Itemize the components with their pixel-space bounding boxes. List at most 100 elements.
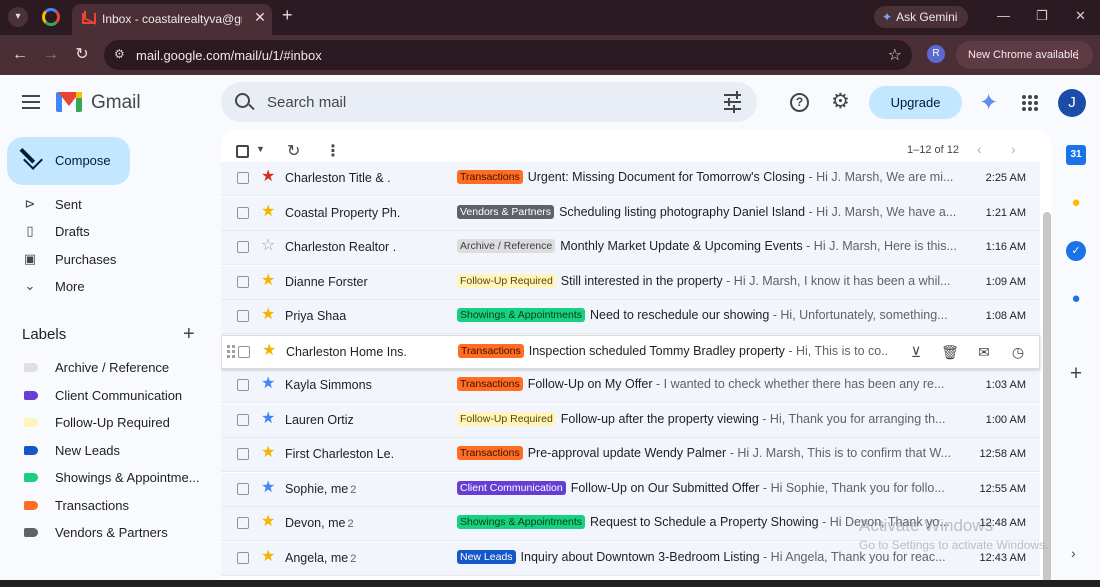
archive-icon[interactable]: ⊻ xyxy=(907,343,925,361)
account-avatar[interactable]: J xyxy=(1058,89,1086,117)
gmail-wordmark[interactable]: Gmail xyxy=(91,92,141,114)
email-row[interactable]: ★ Charleston Title & . Transactions Urgent:… xyxy=(221,162,1040,196)
sidebar-item-more[interactable]: ⌄ More xyxy=(12,274,218,300)
email-checkbox[interactable] xyxy=(237,379,249,391)
email-row[interactable]: ★ First Charleston Le. Transactions Pre-app… xyxy=(221,438,1040,472)
email-checkbox[interactable] xyxy=(237,275,249,288)
address-bar[interactable]: ⚙ mail.google.com/mail/u/1/#inbox ☆ xyxy=(104,40,912,70)
gmail-logo-icon[interactable] xyxy=(56,92,82,112)
email-checkbox[interactable] xyxy=(237,310,249,322)
mark-unread-icon[interactable]: ✉ xyxy=(975,343,993,361)
email-label-chip[interactable]: Showings & Appointments xyxy=(457,515,585,529)
back-arrow-icon[interactable]: ← xyxy=(9,44,31,66)
gear-icon[interactable]: ⚙ xyxy=(831,91,850,112)
forward-arrow-icon[interactable]: → xyxy=(40,44,62,66)
email-label-chip[interactable]: Archive / Reference xyxy=(457,239,556,253)
new-tab-button[interactable]: + xyxy=(282,5,293,26)
email-label-chip[interactable]: New Leads xyxy=(457,549,516,564)
email-checkbox[interactable] xyxy=(237,206,249,219)
email-checkbox[interactable] xyxy=(237,517,249,529)
sidebar-item-sent[interactable]: ⊳ Sent xyxy=(12,192,218,218)
email-checkbox[interactable] xyxy=(237,241,249,253)
search-options-icon[interactable] xyxy=(724,91,741,113)
restore-window-button[interactable]: ❐ xyxy=(1036,8,1048,24)
contacts-icon[interactable]: ● xyxy=(1066,289,1086,309)
email-row[interactable]: ★ Coastal Property Ph. Vendors & Partners S… xyxy=(221,196,1040,231)
browser-profile-avatar[interactable]: R xyxy=(927,45,945,63)
star-icon[interactable]: ★ xyxy=(261,375,275,393)
new-chrome-available-button[interactable]: New Chrome available ⋮ xyxy=(956,41,1093,69)
sidebar-item-drafts[interactable]: ▯ Drafts xyxy=(12,219,218,245)
email-label-chip[interactable]: Vendors & Partners xyxy=(457,204,555,219)
email-row[interactable]: ★ Kayla Simmons Transactions Follow-Up on M… xyxy=(221,369,1040,403)
email-row[interactable]: ★ Priya Shaa Showings & Appointments Need t… xyxy=(221,300,1040,334)
get-addons-button[interactable]: + xyxy=(1066,362,1086,386)
sidebar-item-purchases[interactable]: ▣ Purchases xyxy=(12,247,218,273)
google-tab-icon[interactable] xyxy=(42,8,60,26)
email-row[interactable]: ☆ Charleston Realtor . Archive / Reference… xyxy=(221,231,1040,265)
email-checkbox[interactable] xyxy=(237,172,249,184)
email-row[interactable]: ★ Dianne Forster Follow-Up Required Still i… xyxy=(221,265,1040,300)
star-icon[interactable]: ★ xyxy=(261,444,275,462)
search-icon[interactable] xyxy=(235,93,250,108)
chrome-menu-icon[interactable]: ⋮ xyxy=(1072,41,1083,69)
email-label-chip[interactable]: Transactions xyxy=(457,170,523,184)
more-options-icon[interactable]: ⋮ xyxy=(325,141,341,161)
sidebar-label-item[interactable]: Vendors & Partners xyxy=(12,519,218,545)
star-icon[interactable]: ★ xyxy=(261,306,275,324)
star-icon[interactable]: ★ xyxy=(261,203,275,221)
sidebar-label-item[interactable]: Showings & Appointme... xyxy=(12,464,218,490)
sidebar-label-item[interactable]: New Leads xyxy=(12,437,218,463)
email-label-chip[interactable]: Showings & Appointments xyxy=(457,308,585,322)
site-info-icon[interactable]: ⚙ xyxy=(114,47,125,61)
star-icon[interactable]: ★ xyxy=(261,548,275,566)
main-menu-icon[interactable] xyxy=(22,95,40,113)
email-row[interactable]: ★ Lauren Ortiz Follow-Up Required Follow-up… xyxy=(221,403,1040,438)
email-checkbox[interactable] xyxy=(238,345,250,358)
trash-icon[interactable]: 🗑 xyxy=(941,343,959,361)
calendar-icon[interactable]: 31 xyxy=(1066,145,1086,165)
google-apps-icon[interactable] xyxy=(1022,95,1038,111)
email-checkbox[interactable] xyxy=(237,448,249,460)
previous-page-icon[interactable]: ‹ xyxy=(977,141,982,157)
close-tab-icon[interactable]: ✕ xyxy=(252,9,268,26)
star-icon[interactable]: ★ xyxy=(261,272,275,290)
email-label-chip[interactable]: Transactions xyxy=(457,446,523,460)
sidebar-label-item[interactable]: Archive / Reference xyxy=(12,354,218,380)
ask-gemini-button[interactable]: ✦ Ask Gemini xyxy=(874,6,968,28)
sidebar-label-item[interactable]: Transactions xyxy=(12,492,218,518)
select-dropdown-icon[interactable]: ▼ xyxy=(256,144,265,154)
star-icon[interactable]: ★ xyxy=(261,168,275,186)
star-icon[interactable]: ★ xyxy=(261,479,275,497)
minimize-window-button[interactable]: — xyxy=(997,8,1010,23)
create-label-button[interactable]: + xyxy=(183,323,195,346)
search-input[interactable] xyxy=(267,92,697,112)
star-icon[interactable]: ★ xyxy=(262,342,276,360)
close-window-button[interactable]: ✕ xyxy=(1075,8,1086,24)
select-all-checkbox[interactable] xyxy=(236,145,249,158)
email-row[interactable]: ★ Sophie, me 2 Client Communication Follow-U… xyxy=(221,472,1040,507)
reload-icon[interactable]: ↻ xyxy=(71,44,93,66)
star-icon[interactable]: ★ xyxy=(261,410,275,428)
email-label-chip[interactable]: Follow-Up Required xyxy=(457,273,556,288)
help-icon[interactable]: ? xyxy=(790,93,809,112)
search-bar[interactable] xyxy=(221,82,757,122)
email-label-chip[interactable]: Transactions xyxy=(458,343,524,358)
next-page-icon[interactable]: › xyxy=(1011,141,1016,157)
email-checkbox[interactable] xyxy=(237,413,249,426)
email-checkbox[interactable] xyxy=(237,551,249,564)
active-browser-tab[interactable]: Inbox - coastalrealtyva@gmail. ✕ xyxy=(72,4,272,35)
snooze-icon[interactable]: ◷ xyxy=(1009,343,1027,361)
drag-handle-icon[interactable] xyxy=(227,344,237,359)
email-label-chip[interactable]: Client Communication xyxy=(457,480,566,495)
keep-icon[interactable]: ● xyxy=(1066,193,1086,213)
star-icon[interactable]: ☆ xyxy=(261,237,275,255)
upgrade-button[interactable]: Upgrade xyxy=(869,86,962,119)
email-checkbox[interactable] xyxy=(237,482,249,495)
bookmark-star-icon[interactable]: ☆ xyxy=(888,45,902,65)
url-text[interactable]: mail.google.com/mail/u/1/#inbox xyxy=(136,48,322,63)
sidebar-label-item[interactable]: Follow-Up Required xyxy=(12,409,218,435)
refresh-icon[interactable]: ↻ xyxy=(287,141,300,161)
star-icon[interactable]: ★ xyxy=(261,513,275,531)
email-label-chip[interactable]: Follow-Up Required xyxy=(457,411,556,426)
